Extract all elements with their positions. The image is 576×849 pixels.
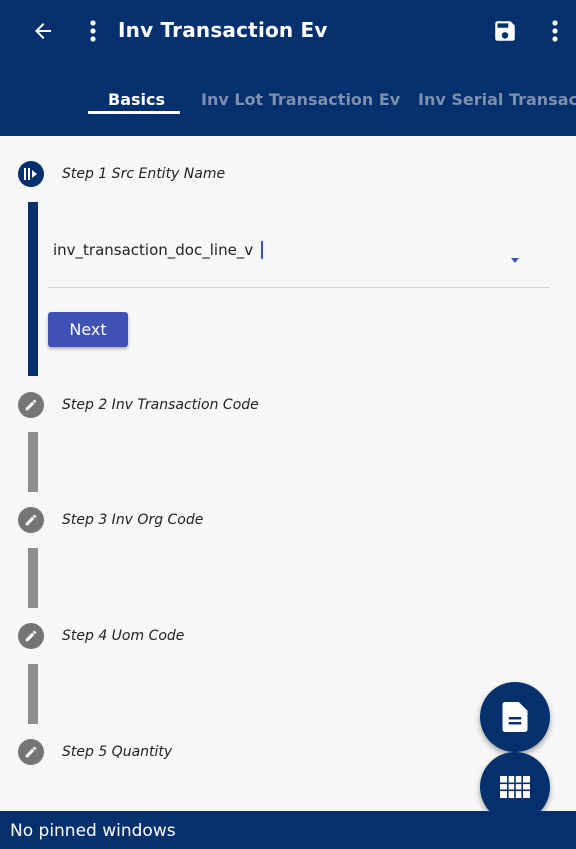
pencil-icon — [25, 630, 37, 642]
step-2-icon[interactable] — [18, 392, 44, 418]
next-button[interactable]: Next — [48, 312, 128, 347]
active-tab-indicator — [88, 111, 180, 114]
step-5-label[interactable]: Step 5 Quantity — [62, 744, 172, 760]
step-4-label[interactable]: Step 4 Uom Code — [62, 628, 184, 644]
field-underline — [48, 287, 550, 288]
page-title: Inv Transaction Ev — [118, 18, 328, 42]
tab-inv-serial-transact[interactable]: Inv Serial Transact — [418, 90, 576, 109]
step-1-icon[interactable] — [18, 161, 44, 187]
pencil-icon — [25, 514, 37, 526]
save-button[interactable] — [490, 16, 520, 46]
step-1-label[interactable]: Step 1 Src Entity Name — [62, 166, 225, 182]
dropdown-arrow-icon[interactable] — [511, 258, 519, 263]
step-4-connector — [28, 664, 38, 724]
step-2-connector — [28, 432, 38, 492]
tab-inv-lot-transaction-ev[interactable]: Inv Lot Transaction Ev — [201, 90, 400, 109]
step-active-icon — [24, 168, 37, 180]
step-3-connector — [28, 548, 38, 608]
app-bar: Inv Transaction Ev Basics Inv Lot Transa… — [0, 0, 576, 136]
pencil-icon — [25, 399, 37, 411]
document-icon — [502, 702, 528, 732]
step-3-icon[interactable] — [18, 507, 44, 533]
tab-basics[interactable]: Basics — [108, 90, 165, 109]
bottom-bar: No pinned windows — [0, 811, 576, 849]
menu-button[interactable] — [80, 16, 106, 46]
save-icon — [495, 21, 515, 41]
step-3-label[interactable]: Step 3 Inv Org Code — [62, 512, 203, 528]
overflow-menu-button[interactable] — [542, 16, 568, 46]
pencil-icon — [25, 746, 37, 758]
pinned-windows-status[interactable]: No pinned windows — [10, 821, 176, 841]
more-vert-icon — [552, 20, 558, 42]
step-5-icon[interactable] — [18, 739, 44, 765]
arrow-back-icon — [35, 23, 51, 39]
src-entity-name-input[interactable]: inv_transaction_doc_line_v — [53, 241, 253, 259]
step-2-label[interactable]: Step 2 Inv Transaction Code — [62, 397, 259, 413]
step-4-icon[interactable] — [18, 623, 44, 649]
step-1-connector — [28, 202, 38, 376]
text-cursor — [261, 241, 263, 259]
document-fab-button[interactable] — [480, 682, 550, 752]
back-button[interactable] — [28, 16, 58, 46]
grid-icon — [500, 776, 530, 798]
more-vert-icon — [90, 20, 96, 42]
